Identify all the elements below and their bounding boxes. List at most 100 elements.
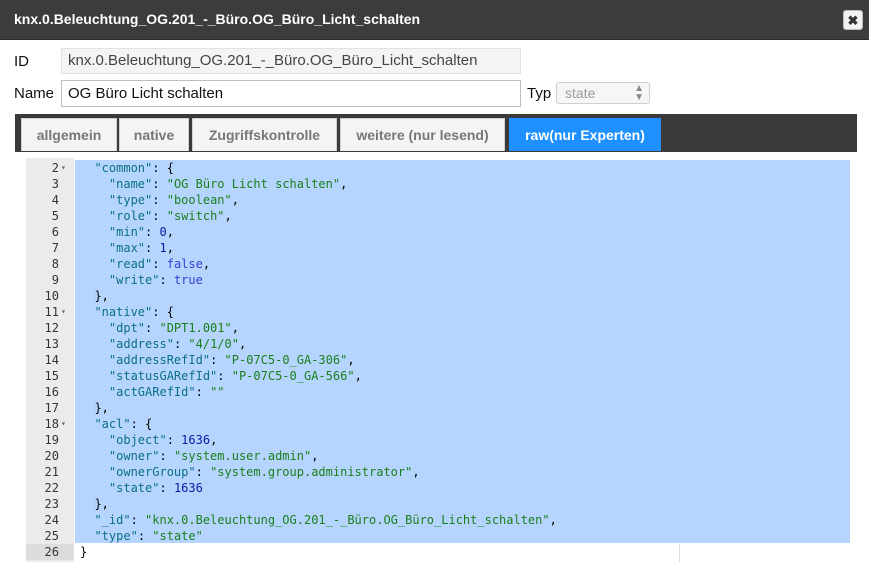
code-token: ,: [549, 513, 557, 527]
fold-arrow-icon[interactable]: ▾: [61, 304, 66, 320]
line-number: 17: [44, 401, 59, 415]
code-token: ,: [340, 177, 348, 191]
id-label: ID: [14, 53, 29, 70]
fold-arrow-icon[interactable]: ▾: [61, 160, 66, 176]
code-text: "write": true: [80, 272, 203, 288]
close-icon[interactable]: ✖: [843, 10, 863, 30]
id-field: knx.0.Beleuchtung_OG.201_-_Büro.OG_Büro_…: [61, 48, 521, 74]
line-number: 25: [44, 529, 59, 543]
line-number: 4: [51, 193, 59, 207]
code-token: false: [166, 257, 203, 271]
code-text: },: [80, 400, 108, 416]
tab-zugriffskontrolle[interactable]: Zugriffskontrolle: [192, 118, 337, 151]
code-line: 24 "_id": "knx.0.Beleuchtung_OG.201_-_Bü…: [26, 512, 850, 528]
code-text: "address": "4/1/0",: [80, 336, 246, 352]
code-line: 26}: [26, 544, 850, 560]
code-token: "acl": [94, 417, 131, 431]
code-text: "min": 0,: [80, 224, 174, 240]
code-text: "native": {: [80, 304, 173, 320]
code-token: ,: [238, 337, 247, 351]
tab-bar: allgemein native Zugriffskontrolle weite…: [15, 114, 857, 152]
code-text: "_id": "knx.0.Beleuchtung_OG.201_-_Büro.…: [80, 512, 557, 528]
code-text: "state": 1636: [80, 480, 203, 496]
code-token: ,: [347, 353, 355, 367]
type-select-value: state: [565, 85, 596, 101]
code-token: "address": [108, 337, 174, 351]
code-token: "boolean": [166, 193, 232, 207]
code-token: }: [80, 545, 88, 559]
code-token: "state": [108, 481, 160, 495]
code-token: 0: [159, 225, 167, 239]
code-line: 11 ▾ "native": {: [26, 304, 850, 320]
code-token: "ownerGroup": [108, 465, 196, 479]
tab-native[interactable]: native: [119, 118, 189, 151]
line-number: 19: [44, 433, 59, 447]
code-token: :: [145, 321, 160, 335]
code-line: 14 "addressRefId": "P-07C5-0_GA-306",: [26, 352, 850, 368]
code-token: true: [173, 273, 203, 287]
code-line: 25 "type": "state": [26, 528, 850, 544]
code-token: 1: [159, 241, 167, 255]
code-token: },: [80, 289, 109, 303]
code-token: "state": [152, 529, 203, 543]
code-line: 4 "type": "boolean",: [26, 192, 850, 208]
code-line: 20 "owner": "system.user.admin",: [26, 448, 850, 464]
code-token: :: [152, 257, 167, 271]
code-token: "4/1/0": [188, 337, 239, 351]
code-token: ,: [354, 369, 362, 383]
code-token: "knx.0.Beleuchtung_OG.201_-_Büro.OG_Büro…: [145, 513, 550, 527]
code-token: "write": [108, 273, 160, 287]
line-number: 13: [44, 337, 59, 351]
fold-arrow-icon[interactable]: ▾: [61, 416, 66, 432]
type-label: Typ: [527, 85, 552, 102]
code-token: "owner": [108, 449, 160, 463]
code-token: :: [217, 369, 232, 383]
tab-raw[interactable]: raw(nur Experten): [509, 118, 661, 151]
code-token: "P-07C5-0_GA-566": [231, 369, 355, 383]
code-line: 6 "min": 0,: [26, 224, 850, 240]
code-token: 1636: [181, 433, 211, 447]
code-token: "": [210, 385, 225, 399]
code-line: 3 "name": "OG Büro Licht schalten",: [26, 176, 850, 192]
code-token: :: [159, 449, 174, 463]
type-select[interactable]: state ▲ ▼: [556, 82, 650, 104]
code-token: "max": [108, 241, 146, 255]
json-editor[interactable]: 2 ▾ "common": {3 "name": "OG Büro Licht s…: [26, 158, 850, 562]
code-token: :: [159, 273, 174, 287]
code-line: 9 "write": true: [26, 272, 850, 288]
code-token: "addressRefId": [108, 353, 211, 367]
line-number: 3: [51, 177, 59, 191]
tab-weitere[interactable]: weitere (nur lesend): [340, 118, 505, 151]
line-number: 9: [51, 273, 59, 287]
tab-allgemein[interactable]: allgemein: [21, 118, 117, 151]
code-token: :: [159, 481, 174, 495]
code-line: 7 "max": 1,: [26, 240, 850, 256]
code-token: "type": [94, 529, 138, 543]
code-line: 22 "state": 1636: [26, 480, 850, 496]
code-token: :: [195, 385, 211, 399]
code-token: 1636: [173, 481, 203, 495]
code-token: :: [152, 177, 167, 191]
code-text: "read": false,: [80, 256, 210, 272]
code-token: "OG Büro Licht schalten": [166, 177, 341, 191]
code-token: ,: [210, 433, 218, 447]
line-number: 14: [44, 353, 59, 367]
code-token: "native": [94, 305, 153, 319]
name-input[interactable]: [61, 80, 521, 107]
code-text: "addressRefId": "P-07C5-0_GA-306",: [80, 352, 355, 368]
code-text: }: [80, 544, 87, 560]
code-token: :: [145, 241, 160, 255]
code-token: "object": [108, 433, 167, 447]
code-token: :: [145, 225, 160, 239]
